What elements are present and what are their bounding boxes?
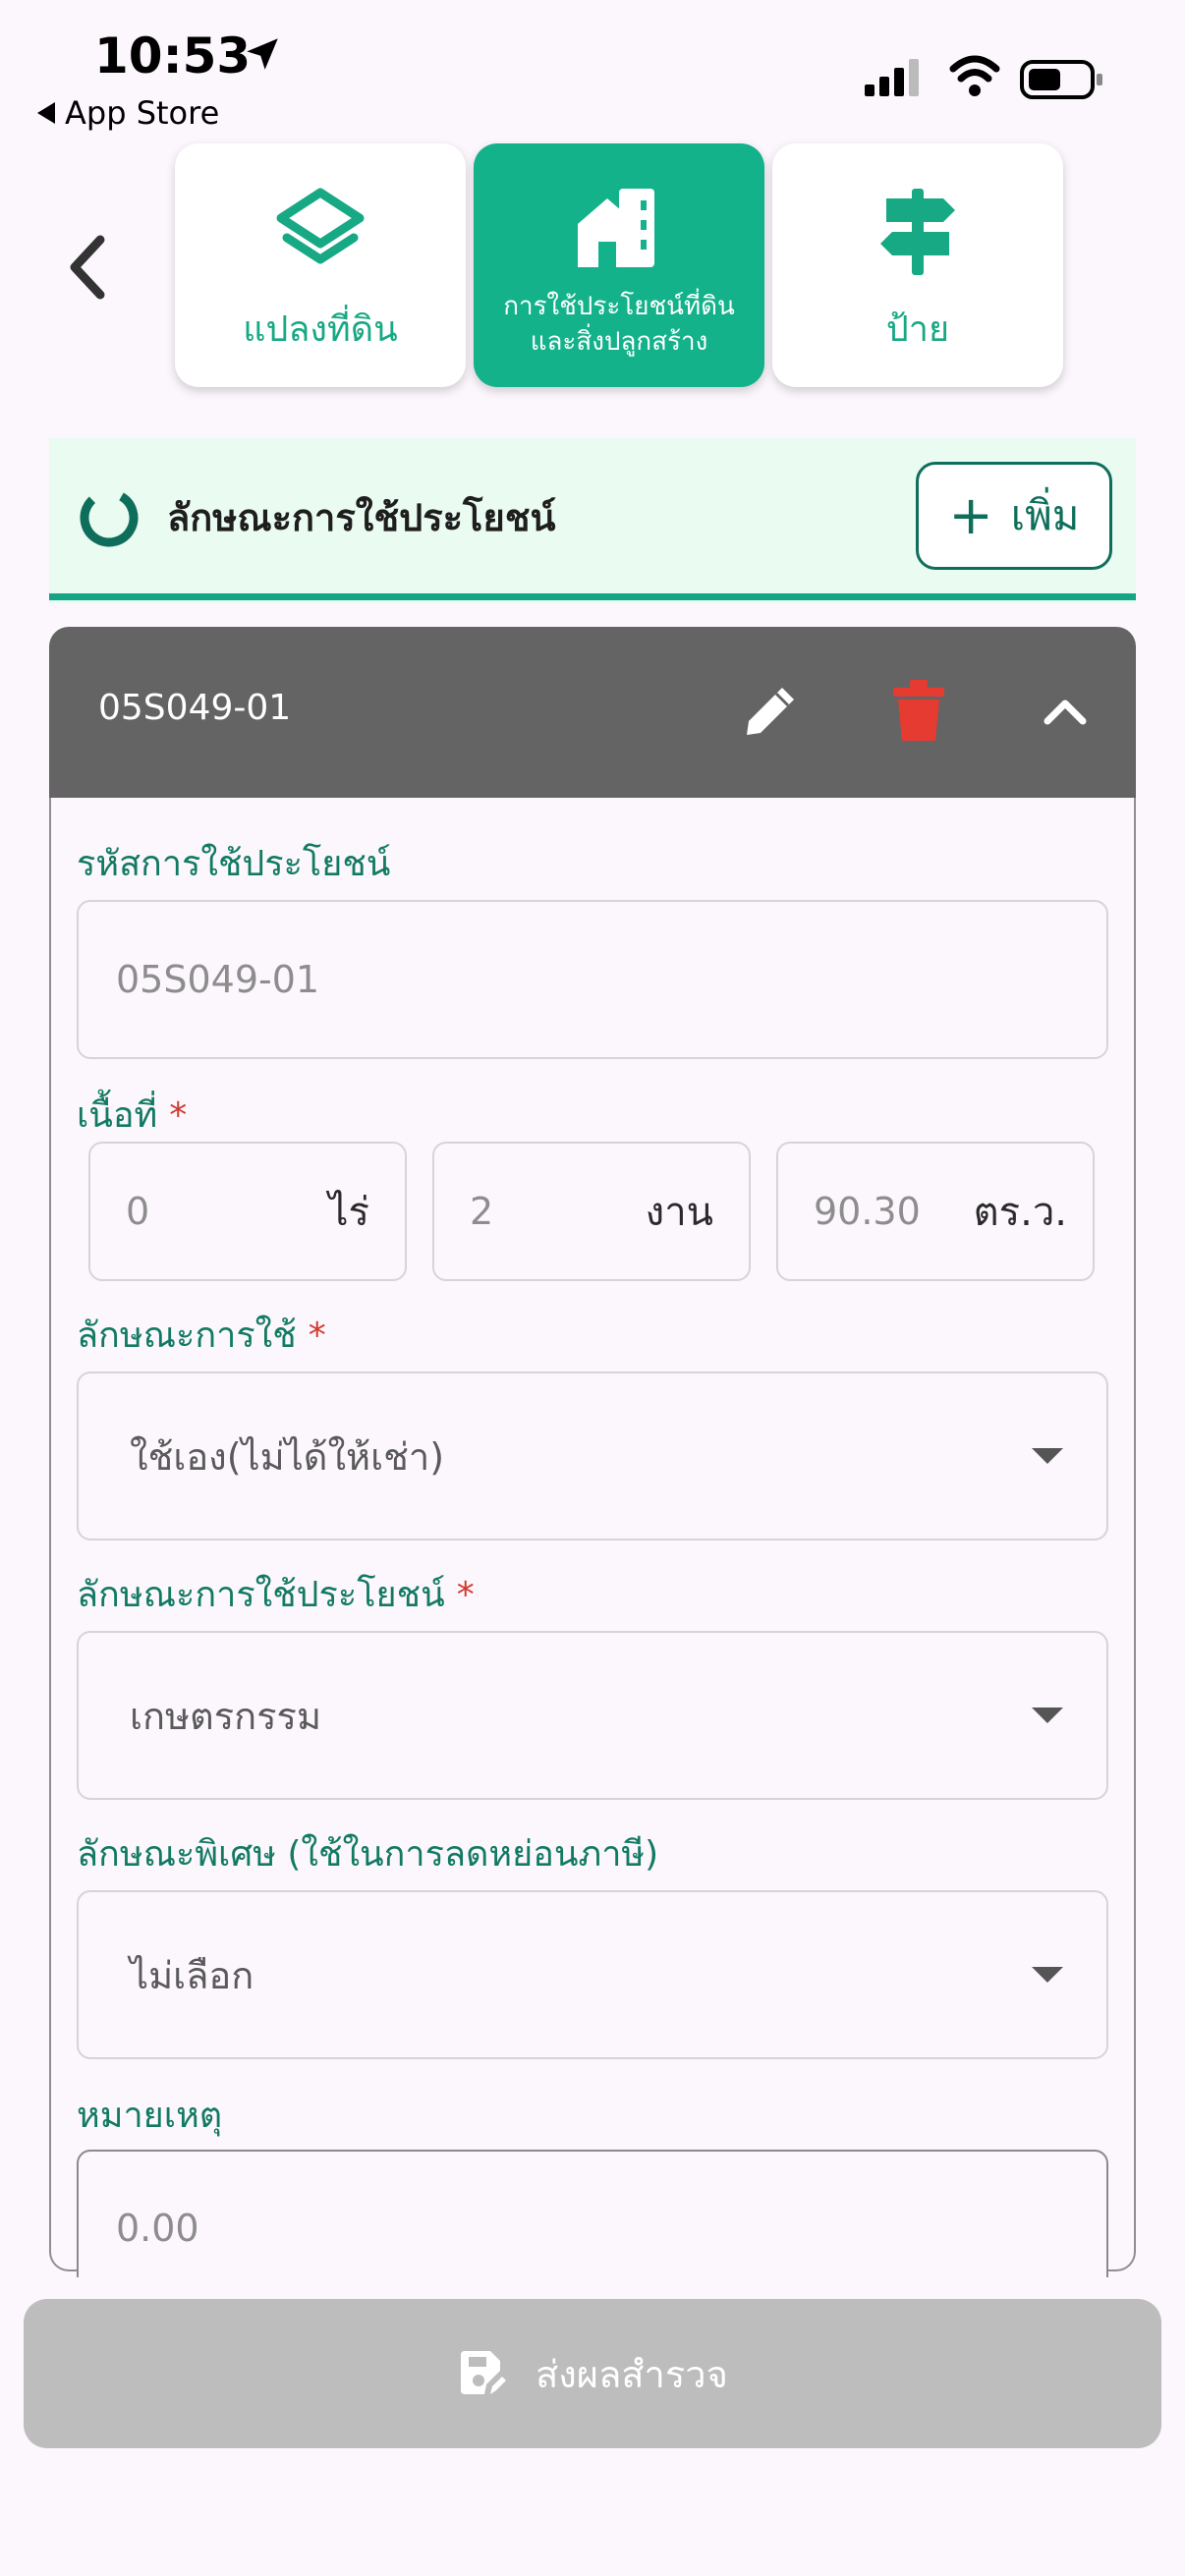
back-chevron-icon[interactable] [57, 228, 116, 307]
edit-pencil-icon[interactable] [739, 678, 804, 743]
progress-ring-icon [80, 488, 139, 547]
required-mark: * [456, 1575, 475, 1615]
usage-code-field[interactable]: 05S049-01 [77, 900, 1108, 1059]
building-icon [578, 189, 654, 267]
tab-signs[interactable]: ป้าย [772, 143, 1063, 387]
area-label-text: เนื้อที่ [77, 1095, 158, 1136]
delete-trash-icon[interactable] [890, 678, 947, 743]
status-time: 10:53 [94, 28, 252, 84]
usage-code-label: รหัสการใช้ประโยชน์ [77, 844, 391, 884]
usage-value: เกษตรกรรม [130, 1694, 322, 1738]
usage-type-label: ลักษณะการใช้ * [77, 1307, 326, 1363]
back-to-app-link[interactable]: App Store [37, 94, 219, 132]
usage-type-value: ใช้เอง(ไม่ได้ให้เช่า) [130, 1434, 445, 1479]
special-label: ลักษณะพิเศษ (ใช้ในการลดหย่อนภาษี) [77, 1834, 659, 1875]
area-ngan-field[interactable]: 2 งาน [432, 1142, 751, 1281]
plus-icon: + [948, 484, 993, 546]
record-code-title: 05S049-01 [98, 688, 292, 728]
submit-label: ส่งผลสำรวจ [536, 2352, 728, 2396]
area-wa-unit: ตร.ว. [973, 1190, 1067, 1235]
tab-land-parcel-label: แปลงที่ดิน [243, 308, 398, 350]
signpost-icon [880, 188, 955, 275]
required-mark: * [308, 1316, 326, 1356]
dropdown-caret-icon [1032, 1708, 1063, 1723]
area-ngan-value: 2 [470, 1190, 494, 1233]
layers-icon [276, 188, 365, 263]
save-edit-icon [461, 2351, 507, 2394]
back-triangle-icon [37, 102, 55, 124]
special-select[interactable]: ไม่เลือก [77, 1890, 1108, 2059]
usage-label: ลักษณะการใช้ประโยชน์ * [77, 1566, 475, 1622]
area-rai-field[interactable]: 0 ไร่ [88, 1142, 407, 1281]
tab-land-parcel[interactable]: แปลงที่ดิน [175, 143, 466, 387]
area-rai-value: 0 [126, 1190, 150, 1233]
tab-land-use-label-line2: และสิ่งปลูกสร้าง [530, 327, 708, 357]
area-rai-unit: ไร่ [328, 1190, 369, 1235]
dropdown-caret-icon [1032, 1967, 1063, 1983]
section-divider [49, 593, 1136, 600]
area-wa-field[interactable]: 90.30 ตร.ว. [776, 1142, 1095, 1281]
area-wa-value: 90.30 [814, 1190, 921, 1233]
wifi-icon [949, 55, 1000, 96]
dropdown-caret-icon [1032, 1448, 1063, 1464]
submit-survey-button[interactable]: ส่งผลสำรวจ [24, 2299, 1161, 2448]
back-app-label: App Store [65, 94, 220, 132]
area-ngan-unit: งาน [645, 1190, 713, 1235]
usage-type-label-text: ลักษณะการใช้ [77, 1316, 297, 1356]
section-title: ลักษณะการใช้ประโยชน์ [167, 496, 556, 539]
area-label: เนื้อที่ * [77, 1087, 187, 1143]
add-button-label: เพิ่ม [1010, 491, 1080, 539]
cellular-signal-icon [865, 59, 919, 96]
tab-signs-label: ป้าย [885, 308, 950, 350]
collapse-chevron-icon[interactable] [1038, 686, 1093, 735]
add-usage-button[interactable]: + เพิ่ม [916, 462, 1112, 570]
required-mark: * [169, 1095, 188, 1136]
battery-icon [1020, 60, 1102, 99]
usage-code-value: 05S049-01 [116, 958, 320, 1001]
usage-select[interactable]: เกษตรกรรม [77, 1631, 1108, 1800]
note-placeholder: 0.00 [116, 2207, 199, 2250]
usage-label-text: ลักษณะการใช้ประโยชน์ [77, 1575, 445, 1615]
special-value: ไม่เลือก [130, 1953, 254, 1997]
usage-type-select[interactable]: ใช้เอง(ไม่ได้ให้เช่า) [77, 1372, 1108, 1540]
tab-land-use-label-line1: การใช้ประโยชน์ที่ดิน [503, 292, 735, 321]
note-label: หมายเหตุ [77, 2096, 223, 2136]
tab-land-use-buildings[interactable]: การใช้ประโยชน์ที่ดิน และสิ่งปลูกสร้าง [474, 143, 764, 387]
location-arrow-icon [247, 38, 278, 70]
